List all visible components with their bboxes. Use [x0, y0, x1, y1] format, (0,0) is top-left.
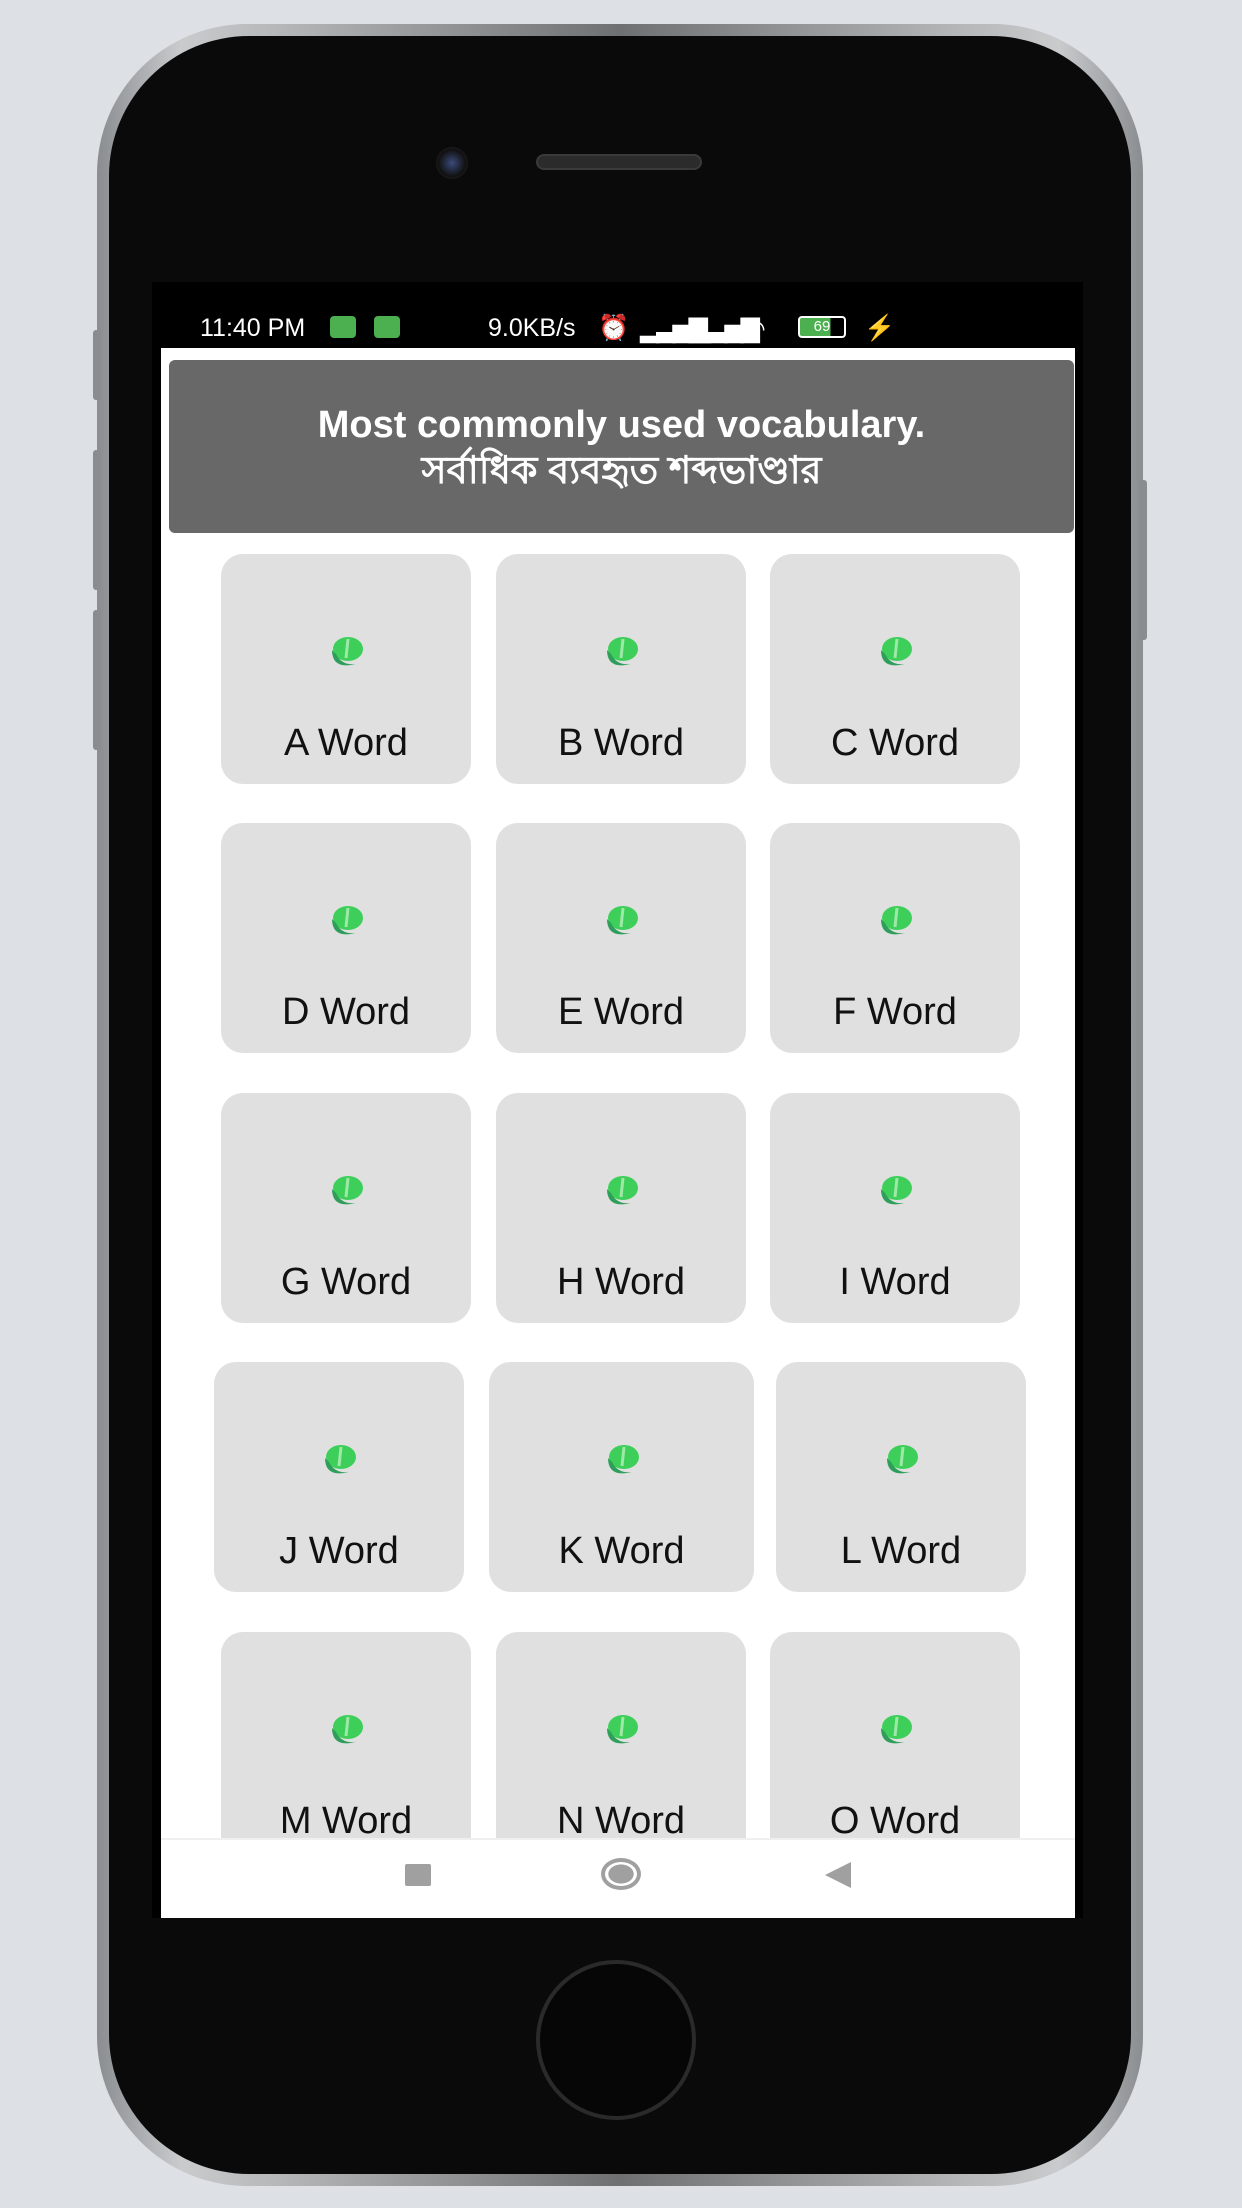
navigation-bar — [161, 1838, 1075, 1918]
word-tile-label: M Word — [279, 1800, 413, 1838]
network-speed: 9.0KB/s — [488, 314, 576, 342]
green-leaf-hand-icon — [881, 637, 912, 666]
word-tile[interactable]: M Word — [221, 1632, 471, 1838]
green-leaf-hand-icon — [332, 1176, 363, 1205]
word-tile[interactable]: B Word — [496, 554, 746, 784]
alarm-icon: ⏰ — [598, 314, 630, 342]
word-tile-label: J Word — [279, 1530, 399, 1572]
green-leaf-hand-icon — [332, 906, 363, 935]
header-title-english: Most commonly used vocabulary. — [317, 404, 926, 446]
app-notification-icon — [374, 316, 400, 338]
word-grid: A Word B Word C Word D Word E Word F Word G Wo… — [161, 348, 1075, 1838]
word-tile[interactable]: D Word — [221, 823, 471, 1053]
volume-down-button — [93, 610, 101, 750]
wifi-icon: ◠ — [744, 315, 766, 343]
green-leaf-hand-icon — [881, 906, 912, 935]
header-banner: Most commonly used vocabulary. সর্বাধিক … — [169, 360, 1074, 533]
word-tile-label: O Word — [829, 1800, 961, 1838]
charging-icon: ⚡ — [864, 314, 896, 342]
green-leaf-hand-icon — [325, 1445, 356, 1474]
word-tile-label: K Word — [558, 1530, 685, 1572]
green-leaf-hand-icon — [881, 1176, 912, 1205]
word-tile-label: F Word — [833, 991, 957, 1033]
word-tile-label: H Word — [556, 1261, 686, 1303]
word-tile[interactable]: K Word — [489, 1362, 754, 1592]
word-tile[interactable]: O Word — [770, 1632, 1020, 1838]
green-leaf-hand-icon — [881, 1715, 912, 1744]
status-time: 11:40 PM — [200, 314, 306, 342]
word-tile[interactable]: J Word — [214, 1362, 464, 1592]
mute-switch — [93, 330, 101, 400]
word-tile-label: L Word — [840, 1530, 962, 1572]
recent-apps-icon[interactable] — [405, 1864, 431, 1886]
green-leaf-hand-icon — [607, 906, 638, 935]
green-leaf-hand-icon — [607, 1445, 639, 1474]
green-leaf-hand-icon — [607, 1176, 638, 1205]
volume-up-button — [93, 450, 101, 590]
power-button — [1139, 480, 1147, 640]
app-notification-icon — [330, 316, 356, 338]
back-icon[interactable] — [825, 1862, 851, 1888]
green-leaf-hand-icon — [607, 1715, 638, 1744]
word-tile[interactable]: H Word — [496, 1093, 746, 1323]
word-tile[interactable]: I Word — [770, 1093, 1020, 1323]
green-leaf-hand-icon — [607, 637, 638, 666]
hardware-home-button[interactable] — [536, 1960, 696, 2120]
status-bar: 11:40 PM 9.0KB/s ⏰ ▂▃▅▇ ▂▃▅▇ ◠ 69 ⚡ — [152, 282, 1083, 348]
word-tile[interactable]: A Word — [221, 554, 471, 784]
header-title-bangla: সর্বাধিক ব্যবহৃত শব্দভাণ্ডার — [421, 450, 822, 492]
app-content: A Word B Word C Word D Word E Word F Word G Wo… — [161, 348, 1075, 1918]
screen: 11:40 PM 9.0KB/s ⏰ ▂▃▅▇ ▂▃▅▇ ◠ 69 ⚡ A Wo… — [152, 282, 1083, 1918]
green-leaf-hand-icon — [332, 1715, 363, 1744]
word-tile[interactable]: L Word — [776, 1362, 1026, 1592]
word-tile-label: A Word — [284, 722, 408, 764]
battery-icon: 69 — [798, 316, 846, 338]
front-camera — [436, 147, 468, 179]
word-tile[interactable]: C Word — [770, 554, 1020, 784]
earpiece-speaker — [536, 154, 702, 170]
word-tile[interactable]: N Word — [496, 1632, 746, 1838]
word-tile-label: I Word — [839, 1261, 951, 1303]
word-tile[interactable]: F Word — [770, 823, 1020, 1053]
home-icon[interactable] — [601, 1858, 641, 1890]
word-tile[interactable]: G Word — [221, 1093, 471, 1323]
green-leaf-hand-icon — [887, 1445, 918, 1474]
word-tile[interactable]: E Word — [496, 823, 746, 1053]
word-tile-label: G Word — [280, 1261, 412, 1303]
word-tile-label: N Word — [556, 1800, 686, 1838]
word-tile-label: D Word — [281, 991, 411, 1033]
word-tile-label: E Word — [557, 991, 684, 1033]
green-leaf-hand-icon — [332, 637, 363, 666]
word-tile-label: C Word — [830, 722, 960, 764]
word-tile-label: B Word — [557, 722, 684, 764]
